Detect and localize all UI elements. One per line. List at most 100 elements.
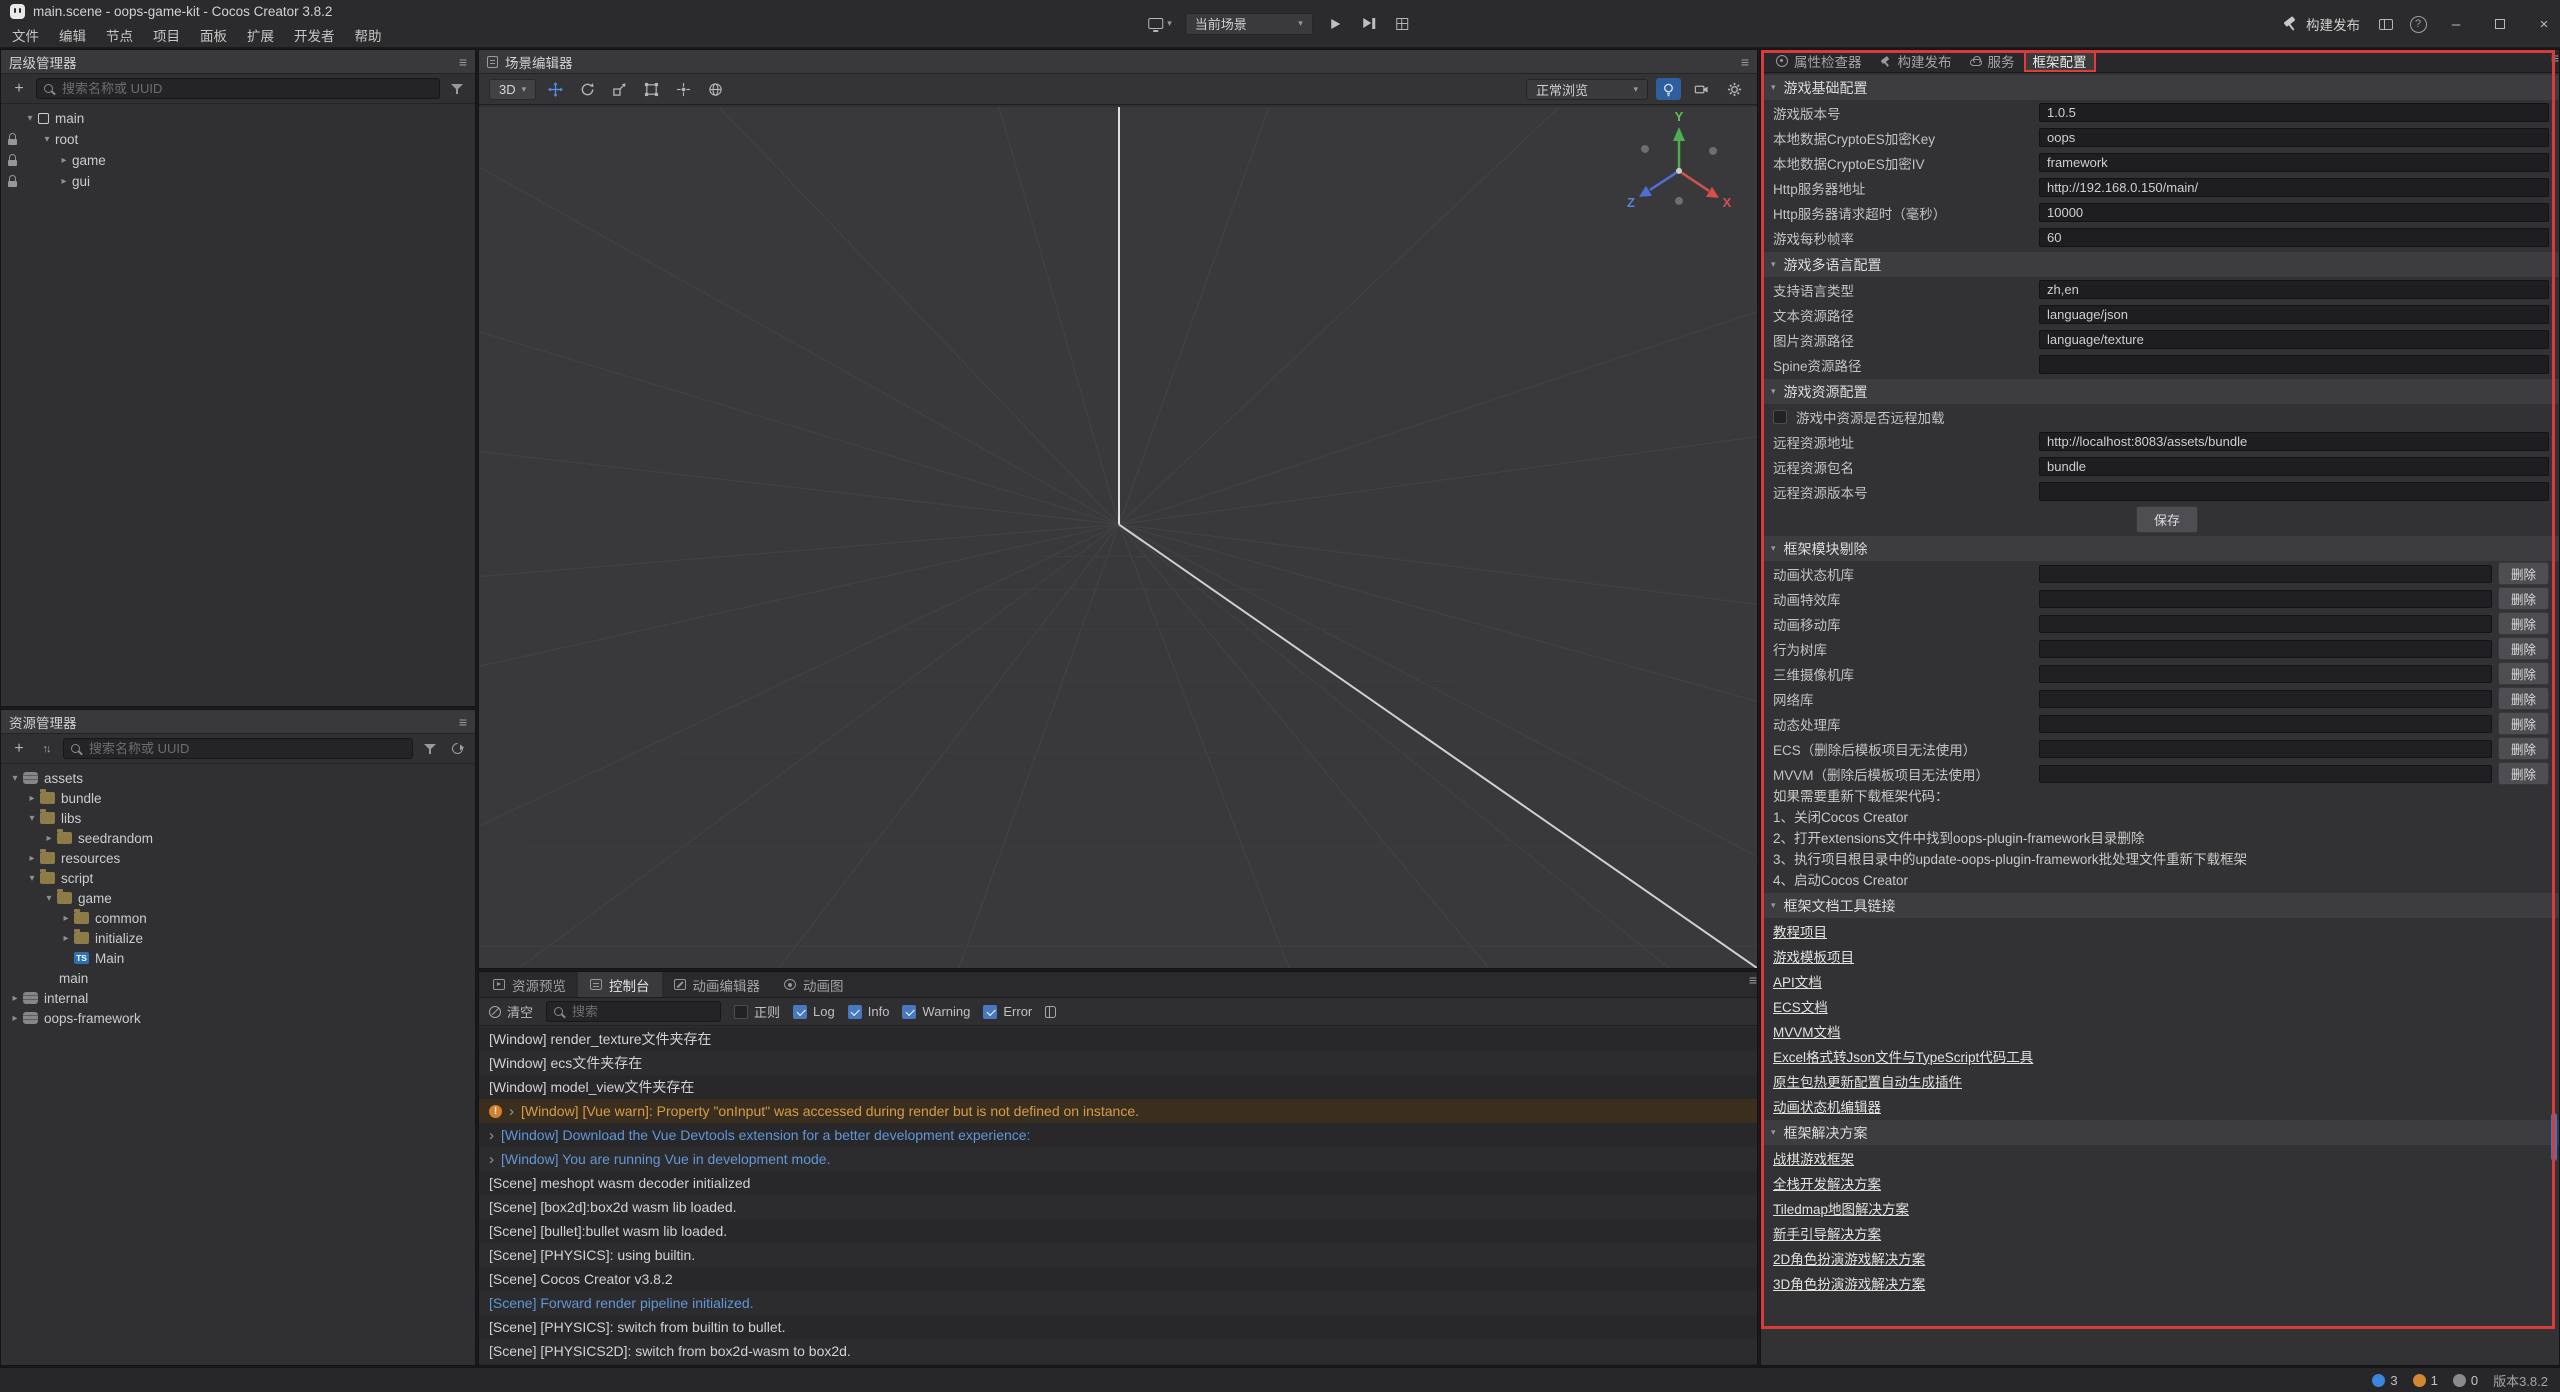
console-search-input[interactable]: [570, 1003, 713, 1020]
property-input[interactable]: [2039, 305, 2549, 324]
axis-gizmo[interactable]: Y X Z: [1627, 109, 1732, 210]
log-row[interactable]: › [Window] Download the Vue Devtools ext…: [479, 1123, 1757, 1147]
layout-button[interactable]: [2376, 13, 2396, 35]
warning-count-badge[interactable]: 1: [2413, 1373, 2438, 1388]
log-row[interactable]: [Scene] meshopt wasm decoder initialized: [479, 1171, 1757, 1195]
doc-link[interactable]: API文档: [1773, 971, 1822, 991]
asset-item[interactable]: ▸ common: [1, 908, 475, 928]
refresh-button[interactable]: [447, 739, 467, 759]
asset-item[interactable]: ▾ assets: [1, 768, 475, 788]
log-row[interactable]: [Scene] [bullet]:bullet wasm lib loaded.: [479, 1219, 1757, 1243]
save-button[interactable]: 保存: [2136, 506, 2198, 533]
section-language-config[interactable]: ▾游戏多语言配置: [1761, 252, 2559, 277]
property-input[interactable]: [2039, 128, 2549, 147]
scale-tool-button[interactable]: [607, 78, 632, 100]
scene-camera-button[interactable]: [1689, 78, 1714, 100]
tab-asset-preview[interactable]: 资源预览: [481, 972, 578, 997]
asset-item[interactable]: ▸ bundle: [1, 788, 475, 808]
delete-module-button[interactable]: 删除: [2498, 662, 2549, 685]
property-input[interactable]: [2039, 178, 2549, 197]
scene-viewport[interactable]: Y X Z: [479, 107, 1757, 968]
info-count-badge[interactable]: 3: [2372, 1373, 2397, 1388]
coordinate-space-button[interactable]: [703, 78, 728, 100]
log-row[interactable]: [Scene] [box2d]:box2d wasm lib loaded.: [479, 1195, 1757, 1219]
expand-arrow-icon[interactable]: ▸: [7, 993, 23, 1004]
menu-item[interactable]: 开发者: [284, 25, 345, 45]
sort-button[interactable]: ↑↓: [36, 739, 56, 759]
asset-item[interactable]: ▾ script: [1, 868, 475, 888]
asset-item[interactable]: ▸ initialize: [1, 928, 475, 948]
move-tool-button[interactable]: [543, 78, 568, 100]
solution-link[interactable]: 3D角色扮演游戏解决方案: [1773, 1273, 1925, 1293]
property-input[interactable]: [2039, 330, 2549, 349]
create-node-button[interactable]: +: [9, 79, 29, 99]
property-input[interactable]: [2039, 153, 2549, 172]
menu-item[interactable]: 帮助: [345, 25, 392, 45]
scene-light-button[interactable]: [1656, 78, 1681, 100]
delete-module-button[interactable]: 删除: [2498, 737, 2549, 760]
expand-arrow-icon[interactable]: ▸: [24, 853, 40, 864]
asset-item[interactable]: ▸ internal: [1, 988, 475, 1008]
hierarchy-node[interactable]: ▸ gui: [1, 171, 475, 192]
asset-item[interactable]: ▸ seedrandom: [1, 828, 475, 848]
assets-search-input[interactable]: [87, 740, 405, 757]
asset-item[interactable]: TS Main: [1, 948, 475, 968]
solution-link[interactable]: 全栈开发解决方案: [1773, 1173, 1881, 1193]
property-input[interactable]: [2039, 280, 2549, 299]
section-basic-config[interactable]: ▾游戏基础配置: [1761, 75, 2559, 100]
filter-button[interactable]: [447, 79, 467, 99]
doc-link[interactable]: 动画状态机编辑器: [1773, 1096, 1881, 1116]
expand-arrow-icon[interactable]: ▾: [39, 134, 55, 145]
panel-menu-icon[interactable]: ≡: [1749, 972, 1757, 997]
projection-toggle[interactable]: 3D ▾: [489, 79, 536, 100]
section-solutions[interactable]: ▾框架解决方案: [1761, 1120, 2559, 1145]
doc-link[interactable]: 原生包热更新配置自动生成插件: [1773, 1071, 1962, 1091]
filter-log-checkbox[interactable]: Log: [793, 1004, 835, 1019]
help-button[interactable]: ?: [2408, 13, 2428, 35]
doc-link[interactable]: MVVM文档: [1773, 1021, 1841, 1041]
maximize-button[interactable]: [2484, 0, 2516, 48]
tab-build[interactable]: 构建发布: [1871, 50, 1961, 72]
asset-item[interactable]: ▾ libs: [1, 808, 475, 828]
expand-arrow-icon[interactable]: ▸: [7, 1013, 23, 1024]
log-row[interactable]: [Window] model_view文件夹存在: [479, 1075, 1757, 1099]
property-input[interactable]: [2039, 482, 2549, 501]
tab-services[interactable]: 服务: [1961, 50, 2024, 72]
filter-warning-checkbox[interactable]: Warning: [902, 1004, 970, 1019]
tab-animation-graph[interactable]: 动画图: [772, 972, 856, 997]
log-row[interactable]: › [Window] [Vue warn]: Property "onInput…: [479, 1099, 1757, 1123]
delete-module-button[interactable]: 删除: [2498, 637, 2549, 660]
property-input[interactable]: [2039, 203, 2549, 222]
expand-arrow-icon[interactable]: ▸: [56, 155, 72, 166]
delete-module-button[interactable]: 删除: [2498, 762, 2549, 785]
log-row[interactable]: [Scene] Cocos Creator v3.8.2: [479, 1267, 1757, 1291]
solution-link[interactable]: 新手引导解决方案: [1773, 1223, 1881, 1243]
filter-button[interactable]: [420, 739, 440, 759]
asset-item[interactable]: ▾ game: [1, 888, 475, 908]
rect-tool-button[interactable]: [639, 78, 664, 100]
doc-link[interactable]: 游戏模板项目: [1773, 946, 1854, 966]
section-resource-config[interactable]: ▾游戏资源配置: [1761, 379, 2559, 404]
panel-menu-icon[interactable]: ≡: [2551, 50, 2559, 72]
log-row[interactable]: [Window] render_texture文件夹存在: [479, 1027, 1757, 1051]
hierarchy-node[interactable]: ▾ main: [1, 108, 475, 129]
log-row[interactable]: [Scene] [PHYSICS2D]: switch from box2d-w…: [479, 1339, 1757, 1363]
log-row[interactable]: › [Window] You are running Vue in develo…: [479, 1147, 1757, 1171]
rotate-tool-button[interactable]: [575, 78, 600, 100]
play-button[interactable]: [1326, 13, 1346, 35]
hierarchy-node[interactable]: ▾ root: [1, 129, 475, 150]
delete-module-button[interactable]: 删除: [2498, 587, 2549, 610]
view-mode-select[interactable]: 正常浏览 ▾: [1526, 79, 1648, 100]
menu-item[interactable]: 节点: [96, 25, 143, 45]
hierarchy-node[interactable]: ▸ game: [1, 150, 475, 171]
delete-module-button[interactable]: 删除: [2498, 712, 2549, 735]
property-input[interactable]: [2039, 457, 2549, 476]
expand-arrow-icon[interactable]: ▸: [24, 793, 40, 804]
log-expander-icon[interactable]: ›: [489, 1127, 494, 1144]
section-doc-links[interactable]: ▾框架文档工具链接: [1761, 893, 2559, 918]
menu-item[interactable]: 扩展: [237, 25, 284, 45]
hierarchy-search-input[interactable]: [60, 80, 432, 97]
log-row[interactable]: [Scene] Forward render pipeline initiali…: [479, 1291, 1757, 1315]
property-input[interactable]: [2039, 228, 2549, 247]
open-log-file-button[interactable]: [1045, 1006, 1056, 1018]
